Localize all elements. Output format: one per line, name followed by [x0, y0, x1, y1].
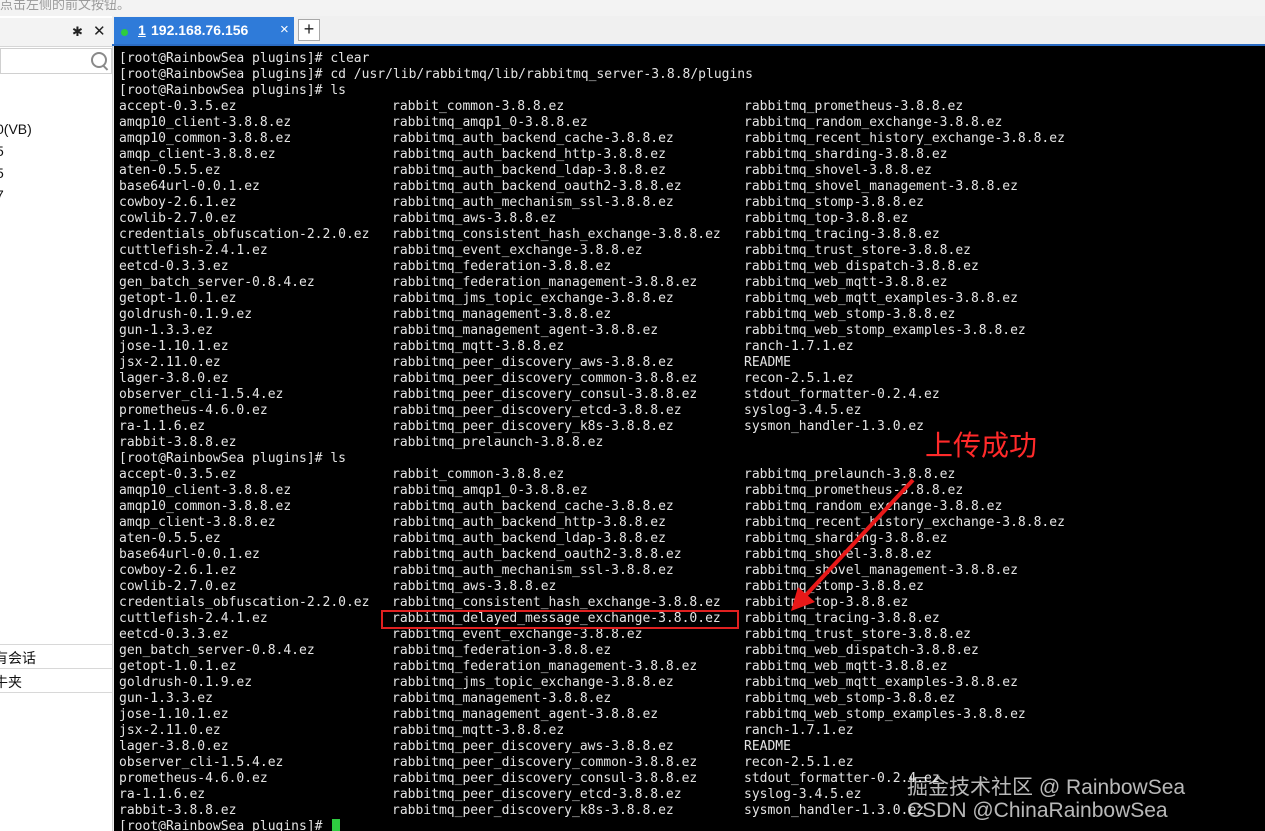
watermark-line: CSDN @ChinaRainbowSea — [907, 799, 1168, 822]
watermark-line: 掘金技术社区 @ RainbowSea — [907, 776, 1186, 799]
annotation-arrow-icon — [791, 478, 915, 611]
watermark: 掘金技术社区 @ RainbowSea CSDN @ChinaRainbowSe… — [907, 776, 1185, 822]
